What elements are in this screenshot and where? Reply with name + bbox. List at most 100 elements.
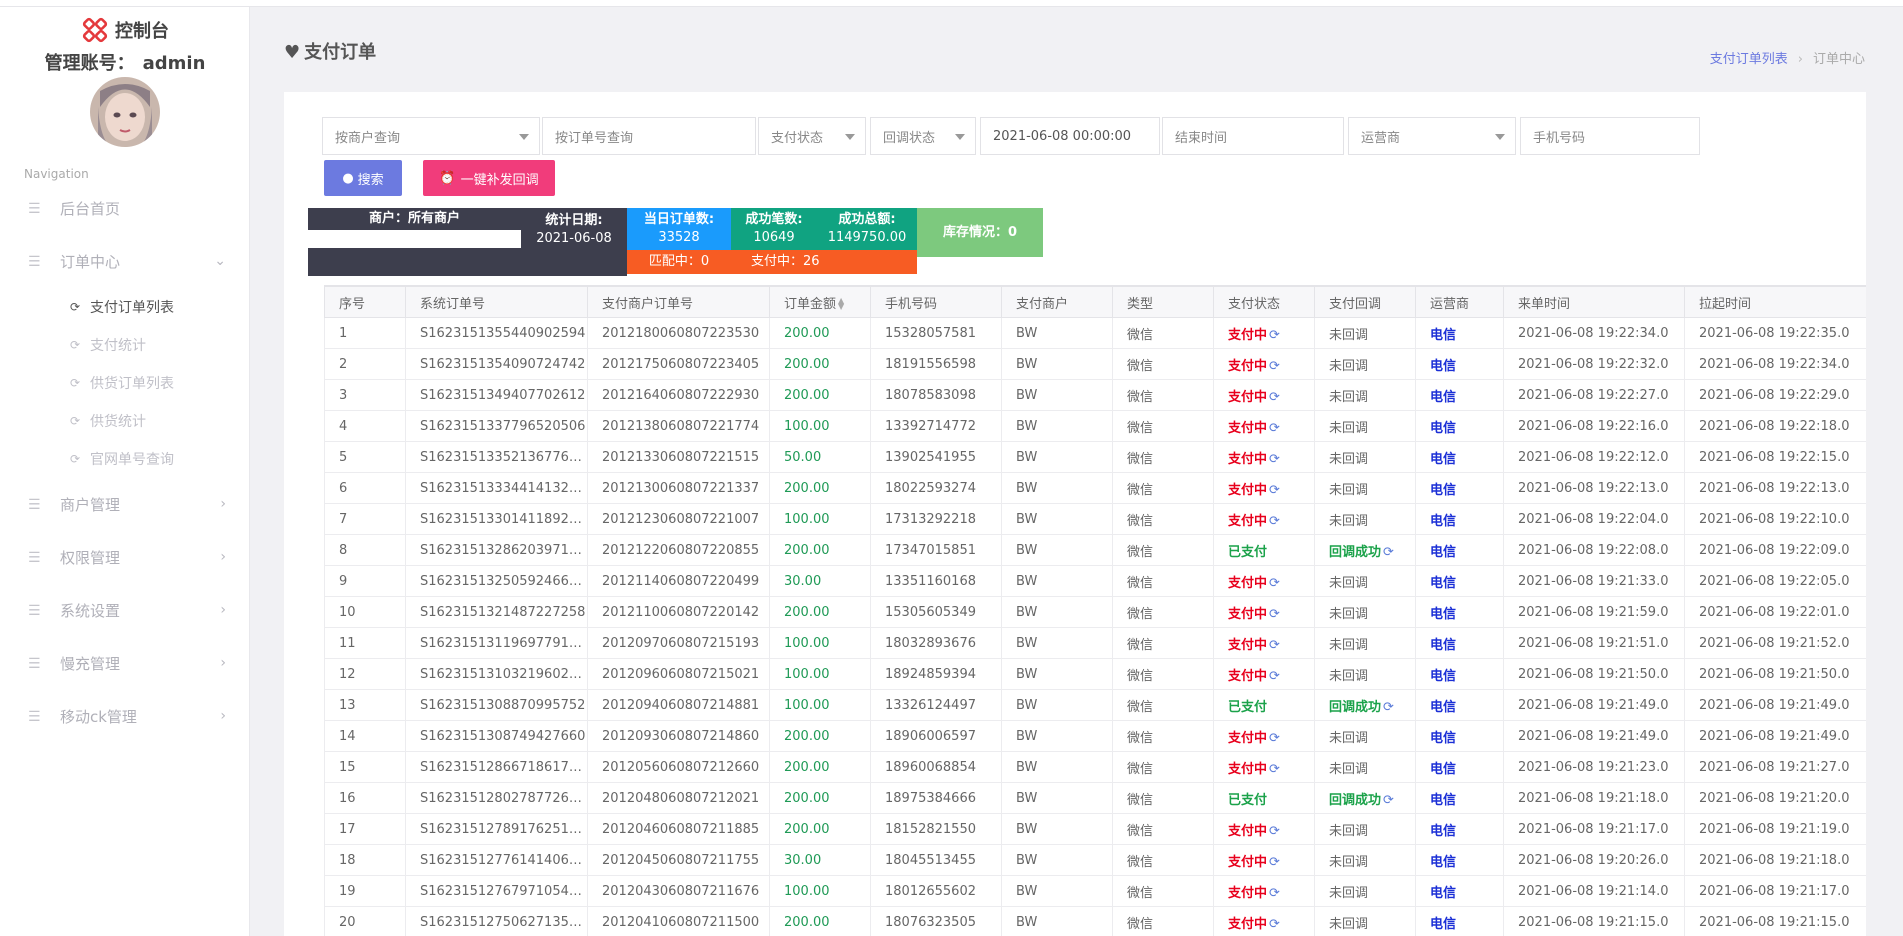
table-cell-text: 未回调 [1329, 327, 1369, 343]
table-row[interactable]: 11 S1623151311969779134 8 2012097060807215… [324, 627, 1866, 659]
submenu-item-official-query[interactable]: ⟳ 官网单号查询 [70, 440, 250, 478]
table-row[interactable]: 18 S1623151277614140689 7 2012045060807211… [324, 844, 1866, 876]
stat-success-total-label: 成功总额: [838, 212, 896, 227]
refresh-icon[interactable]: ⟳ [1269, 607, 1280, 622]
orders-table-wrapper[interactable]: 序号 系统订单号 支付商户订单号 订单金额 ▲ ▼ 手机号码 支付商户 类型 支付状态 支付回调 运营… [324, 285, 1866, 936]
table-row[interactable]: 16 S1623151280278772668 1 2012048060807212… [324, 782, 1866, 814]
submenu-item-supply-stats[interactable]: ⟳ 供货统计 [70, 402, 250, 440]
sidebar-item-settings[interactable]: ☰ 系统设置 › [0, 584, 250, 637]
submenu-item-label: 支付统计 [90, 338, 146, 354]
table-cell-text: 电信 [1430, 482, 1457, 498]
carrier-select[interactable]: 运营商 [1348, 117, 1516, 155]
stat-date-value: 2021-06-08 [536, 231, 612, 246]
table-cell: S1623151278917625123 5 [405, 813, 588, 845]
table-row[interactable]: 1 S1623151355440902594 2012180060807223530… [324, 317, 1866, 349]
end-time-input[interactable]: 结束时间 [1162, 117, 1344, 155]
refresh-icon[interactable]: ⟳ [1269, 824, 1280, 839]
table-cell: 7 [324, 503, 406, 535]
submenu-item-pay-stats[interactable]: ⟳ 支付统计 [70, 326, 250, 364]
table-row[interactable]: 8 S1623151328620397128 7 20121220608072208… [324, 534, 1866, 566]
table-cell: BW [1001, 751, 1113, 783]
search-button[interactable]: ● 搜索 [324, 160, 402, 196]
refresh-icon[interactable]: ⟳ [1383, 793, 1394, 808]
table-cell-text: 2021-06-08 19:22:16.0 [1518, 418, 1669, 434]
table-cell: 支付中 ⟳ [1213, 472, 1315, 504]
brand[interactable]: 控制台 [0, 15, 250, 45]
list-icon: ☰ [28, 496, 41, 513]
submenu-item-supply-orders[interactable]: ⟳ 供货订单列表 [70, 364, 250, 402]
resend-callback-button[interactable]: ⏰ 一键补发回调 [423, 160, 555, 196]
table-row[interactable]: 10 S1623151321487227258 201211006080722014… [324, 596, 1866, 628]
table-cell-text: 微信 [1127, 668, 1154, 684]
table-cell: 18924859394 [870, 658, 1002, 690]
table-cell: 电信 [1415, 658, 1504, 690]
table-row[interactable]: 12 S1623151310321960217 6 2012096060807215… [324, 658, 1866, 690]
refresh-icon[interactable]: ⟳ [1269, 421, 1280, 436]
table-cell: 微信 [1112, 596, 1214, 628]
table-row[interactable]: 19 S1623151276797105476 9 2012043060807211… [324, 875, 1866, 907]
refresh-icon[interactable]: ⟳ [1383, 700, 1394, 715]
sidebar-item-merchants[interactable]: ☰ 商户管理 › [0, 478, 250, 531]
table-row[interactable]: 2 S1623151354090724742 2012175060807223405… [324, 348, 1866, 380]
refresh-icon[interactable]: ⟳ [1269, 483, 1280, 498]
refresh-icon[interactable]: ⟳ [1269, 731, 1280, 746]
refresh-icon[interactable]: ⟳ [1269, 669, 1280, 684]
table-row[interactable]: 7 S1623151330141189270 1 20121230608072210… [324, 503, 1866, 535]
start-time-input[interactable]: 2021-06-08 00:00:00 [980, 117, 1160, 155]
breadcrumb-link[interactable]: 支付订单列表 [1710, 52, 1788, 67]
table-row[interactable]: 14 S1623151308749427660 201209306080721486… [324, 720, 1866, 752]
table-cell-text: 未回调 [1329, 730, 1369, 746]
chevron-right-icon: › [220, 602, 226, 618]
refresh-icon[interactable]: ⟳ [1269, 638, 1280, 653]
merchant-select[interactable]: 按商户查询 [322, 117, 540, 155]
refresh-icon[interactable]: ⟳ [1269, 359, 1280, 374]
sidebar-item-home[interactable]: ☰ 后台首页 [0, 182, 250, 235]
column-header[interactable]: 订单金额 ▲ ▼ [769, 286, 871, 318]
refresh-icon[interactable]: ⟳ [1383, 545, 1394, 560]
refresh-icon[interactable]: ⟳ [1269, 514, 1280, 529]
pay-status-select[interactable]: 支付状态 [758, 117, 866, 155]
table-cell: 18191556598 [870, 348, 1002, 380]
table-cell-text: 2021-06-08 19:21:52.0 [1699, 635, 1850, 651]
table-row[interactable]: 4 S1623151337796520506 2012138060807221774… [324, 410, 1866, 442]
sidebar-item-slow-charge[interactable]: ☰ 慢充管理 › [0, 637, 250, 690]
table-row[interactable]: 13 S1623151308870995752 201209406080721488… [324, 689, 1866, 721]
chevron-right-icon: › [220, 496, 226, 512]
table-row[interactable]: 17 S1623151278917625123 5 2012046060807211… [324, 813, 1866, 845]
refresh-icon[interactable]: ⟳ [1269, 452, 1280, 467]
table-row[interactable]: 5 S16231513352136776025 201213306080722151… [324, 441, 1866, 473]
table-cell-text: 2012041060807211500 [602, 914, 760, 930]
sidebar-item-permissions[interactable]: ☰ 权限管理 › [0, 531, 250, 584]
refresh-icon[interactable]: ⟳ [1269, 328, 1280, 343]
table-cell: 2012041060807211500 [587, 906, 770, 936]
table-cell: S1623151308749427660 [405, 720, 588, 752]
sidebar-menu: ☰ 后台首页 ☰ 订单中心 ⌄ ⟳ 支付订单列表 ⟳ 支付统计 ⟳ 供货订单列表… [0, 182, 250, 743]
table-row[interactable]: 20 S1623151275062713568 7 2012041060807211… [324, 906, 1866, 936]
refresh-icon[interactable]: ⟳ [1269, 390, 1280, 405]
phone-input[interactable]: 手机号码 [1520, 117, 1700, 155]
table-row[interactable]: 15 S1623151286671861733 4 2012056060807212… [324, 751, 1866, 783]
table-cell-text: 电信 [1430, 389, 1457, 405]
sidebar-item-mobile-ck[interactable]: ☰ 移动ck管理 › [0, 690, 250, 743]
table-cell-text: 微信 [1127, 730, 1154, 746]
table-row[interactable]: 6 S1623151333441413273 9 20121300608072213… [324, 472, 1866, 504]
list-icon: ☰ [28, 200, 41, 217]
submenu-item-pay-orders[interactable]: ⟳ 支付订单列表 [70, 288, 250, 326]
chevron-right-icon: › [220, 655, 226, 671]
table-row[interactable]: 3 S1623151349407702612 2012164060807222930… [324, 379, 1866, 411]
refresh-icon[interactable]: ⟳ [1269, 855, 1280, 870]
table-row[interactable]: 9 S1623151325059246619 9 20121140608072204… [324, 565, 1866, 597]
sidebar-item-order-center[interactable]: ☰ 订单中心 ⌄ [0, 235, 250, 288]
callback-status-select[interactable]: 回调状态 [870, 117, 976, 155]
refresh-icon[interactable]: ⟳ [1269, 762, 1280, 777]
table-cell-text: 未回调 [1329, 513, 1369, 529]
refresh-icon[interactable]: ⟳ [1269, 886, 1280, 901]
sort-icon[interactable]: ▲ ▼ [838, 297, 844, 311]
avatar[interactable] [90, 77, 160, 147]
refresh-icon[interactable]: ⟳ [1269, 917, 1280, 932]
order-number-input[interactable]: 按订单号查询 [542, 117, 756, 155]
table-cell: 9 [324, 565, 406, 597]
table-cell: 已支付 [1213, 689, 1315, 721]
table-cell-text: 2021-06-08 19:22:32.0 [1518, 356, 1669, 372]
refresh-icon[interactable]: ⟳ [1269, 576, 1280, 591]
